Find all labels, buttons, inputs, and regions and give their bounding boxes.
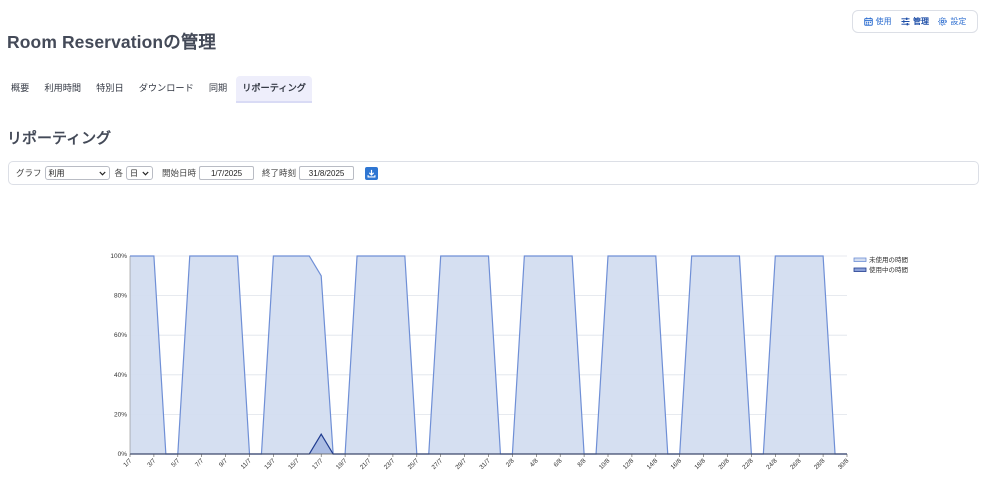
x-tick-label: 27/7: [430, 457, 444, 471]
x-tick-label: 18/8: [693, 457, 707, 471]
legend-label-unused: 未使用の時間: [869, 255, 908, 264]
x-tick-label: 7/7: [194, 457, 205, 468]
x-tick-label: 20/8: [717, 457, 731, 471]
x-tick-label: 3/7: [146, 457, 157, 468]
x-tick-label: 31/7: [478, 457, 492, 471]
x-tick-label: 29/7: [454, 457, 468, 471]
x-tick-label: 1/7: [122, 457, 133, 468]
x-tick-label: 14/8: [646, 457, 660, 471]
x-tick-label: 12/8: [622, 457, 636, 471]
y-tick-label: 80%: [114, 293, 127, 300]
legend-swatch-used: [853, 267, 867, 272]
y-tick-label: 100%: [110, 253, 127, 260]
x-tick-label: 19/7: [335, 457, 349, 471]
x-tick-label: 23/7: [383, 457, 397, 471]
x-tick-label: 5/7: [170, 457, 181, 468]
x-tick-label: 13/7: [263, 457, 277, 471]
series-area-unused: [130, 256, 847, 454]
usage-chart: 0% 20% 40% 60% 80% 100% 1/7 3/7 5/7 7/7 9/7 11/7 13/…: [110, 253, 908, 471]
x-tick-label: 28/8: [813, 457, 827, 471]
x-tick-label: 4/8: [529, 457, 540, 468]
y-tick-label: 0%: [118, 451, 128, 458]
x-tick-label: 8/8: [576, 457, 587, 468]
x-tick-label: 22/8: [741, 457, 755, 471]
x-tick-label: 17/7: [311, 457, 325, 471]
legend-label-used: 使用中の時間: [869, 265, 908, 274]
x-tick-label: 11/7: [240, 457, 254, 471]
x-tick-label: 6/8: [552, 457, 563, 468]
y-tick-label: 40%: [114, 372, 127, 379]
x-tick-label: 26/8: [789, 457, 803, 471]
y-tick-label: 60%: [114, 332, 127, 339]
x-tick-label: 15/7: [287, 457, 301, 471]
x-tick-label: 2/8: [505, 457, 516, 468]
x-tick-label: 10/8: [598, 457, 612, 471]
legend-swatch-unused: [853, 257, 867, 262]
x-tick-label: 9/7: [218, 457, 229, 468]
x-tick-label: 24/8: [765, 457, 779, 471]
x-tick-label: 25/7: [407, 457, 421, 471]
x-tick-label: 21/7: [359, 457, 373, 471]
y-tick-label: 20%: [114, 411, 127, 418]
x-tick-label: 16/8: [669, 457, 683, 471]
x-tick-label: 30/8: [837, 457, 851, 471]
